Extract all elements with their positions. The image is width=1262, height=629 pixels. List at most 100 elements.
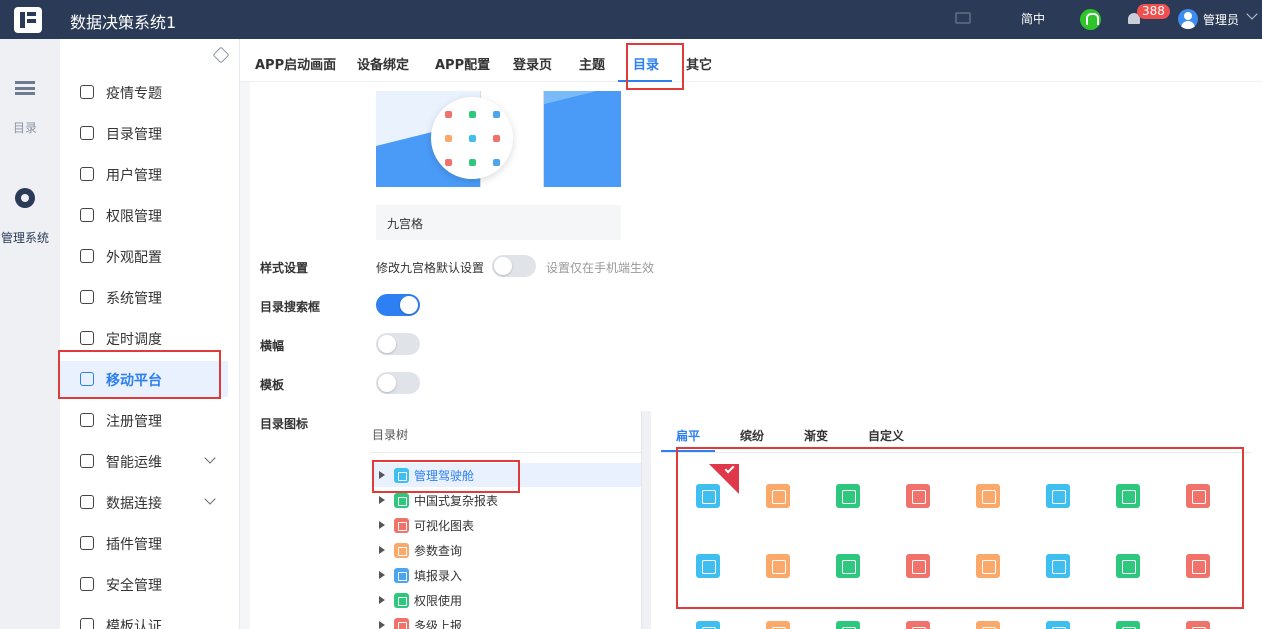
tree-node[interactable]: 填报录入 [372, 563, 641, 587]
sidebar-item[interactable]: 外观配置 [60, 238, 230, 274]
tree-node-label: 多级上报 [414, 619, 463, 629]
monitor-icon[interactable] [955, 12, 971, 24]
template-icon [80, 618, 94, 629]
sidebar-item-label: 插件管理 [106, 537, 162, 553]
sidebar-item[interactable]: 注册管理 [60, 402, 230, 438]
sidebar-item[interactable]: 插件管理 [60, 525, 230, 561]
user-avatar-icon[interactable] [1178, 9, 1198, 29]
icon-style-tab[interactable]: 渐变 [804, 427, 828, 444]
tab-bar: APP启动画面 设备绑定 APP配置 登录页 主题 目录 其它 [240, 39, 1262, 82]
sidebar-item[interactable]: 用户管理 [60, 156, 230, 192]
catalog-icon-option[interactable] [696, 621, 720, 629]
preview-caption: 九宫格 [376, 205, 621, 240]
plugin-icon [80, 536, 94, 550]
folder-icon [394, 493, 409, 508]
sidebar-item-label: 用户管理 [106, 168, 162, 184]
sidebar-item[interactable]: 数据连接 [60, 484, 230, 520]
catalog-icon-option[interactable] [976, 621, 1000, 629]
top-bar: 数据决策系统1 简中 388 管理员 [0, 0, 1262, 39]
sidebar-item-label: 数据连接 [106, 496, 162, 512]
rail-item-management[interactable]: 管理系统 [1, 229, 49, 246]
sidebar: 疫情专题 目录管理 用户管理 权限管理 外观配置 系统管理 定时调度 移动平台 注册管理 智能运维… [60, 39, 240, 629]
sidebar-item-label: 模板认证 [106, 619, 162, 629]
tree-scrollbar[interactable] [641, 411, 651, 629]
tab[interactable]: 设备绑定 [357, 54, 409, 73]
tree-title: 目录树 [372, 428, 409, 442]
sidebar-item[interactable]: 模板认证 [60, 607, 230, 629]
style-setting-label: 样式设置 [260, 261, 309, 275]
gear-icon[interactable] [15, 188, 35, 208]
icon-style-tab[interactable]: 缤纷 [740, 427, 764, 444]
style-setting-hint: 设置仅在手机端生效 [546, 261, 655, 275]
tree-node[interactable]: 权限使用 [372, 588, 641, 612]
tab[interactable]: APP启动画面 [255, 54, 336, 73]
catalog-icon-option[interactable] [766, 621, 790, 629]
catalog-icon-option[interactable] [906, 621, 930, 629]
tree-node[interactable]: 可视化图表 [372, 513, 641, 537]
link-icon [80, 495, 94, 509]
grid-style-preview-image[interactable] [376, 91, 621, 187]
tree-node-label: 权限使用 [414, 594, 463, 608]
expand-arrow-icon[interactable] [379, 621, 385, 629]
tab[interactable]: 主题 [579, 54, 605, 73]
pin-icon[interactable] [212, 46, 230, 64]
tab[interactable]: APP配置 [435, 54, 490, 73]
catalog-icon-label: 目录图标 [260, 417, 309, 431]
ops-icon [80, 454, 94, 468]
chevron-down-icon[interactable] [204, 493, 216, 505]
catalog-icon-option[interactable] [1186, 621, 1210, 629]
left-rail: 目录 管理系统 [0, 39, 60, 629]
chevron-down-icon[interactable] [204, 452, 216, 464]
tree-node-label: 参数查询 [414, 544, 463, 558]
list-icon[interactable] [15, 81, 35, 95]
rail-item-catalog[interactable]: 目录 [13, 119, 37, 136]
catalog-icon-option[interactable] [1116, 621, 1140, 629]
sidebar-item[interactable]: 系统管理 [60, 279, 230, 315]
sidebar-item-label: 疫情专题 [106, 86, 162, 102]
folder-icon [394, 593, 409, 608]
brush-icon [80, 249, 94, 263]
sidebar-item-label: 注册管理 [106, 414, 162, 430]
sidebar-item[interactable]: 智能运维 [60, 443, 230, 479]
catalog-icon-option[interactable] [836, 621, 860, 629]
sidebar-item-label: 系统管理 [106, 291, 162, 307]
preview-caption-text: 九宫格 [387, 217, 424, 231]
user-name[interactable]: 管理员 [1203, 11, 1239, 28]
shield-icon [80, 577, 94, 591]
search-box-toggle[interactable] [376, 294, 420, 316]
banner-toggle[interactable] [376, 333, 420, 355]
folder-icon [394, 543, 409, 558]
sidebar-item[interactable]: 目录管理 [60, 115, 230, 151]
sidebar-item-label: 外观配置 [106, 250, 162, 266]
language-switch[interactable]: 简中 [1021, 10, 1045, 27]
tree-node[interactable]: 多级上报 [372, 613, 641, 629]
expand-arrow-icon[interactable] [379, 571, 385, 579]
lock-icon [80, 208, 94, 222]
expand-arrow-icon[interactable] [379, 496, 385, 504]
alert-bell-icon[interactable] [1080, 9, 1101, 30]
dashboard-icon [80, 85, 94, 99]
tab[interactable]: 登录页 [513, 54, 552, 73]
chevron-down-icon[interactable] [1246, 8, 1258, 20]
sidebar-item[interactable]: 权限管理 [60, 197, 230, 233]
template-toggle[interactable] [376, 372, 420, 394]
expand-arrow-icon[interactable] [379, 521, 385, 529]
icon-style-tab[interactable]: 自定义 [868, 427, 904, 444]
sidebar-item-label: 定时调度 [106, 332, 162, 348]
tree-node-label: 中国式复杂报表 [414, 494, 499, 508]
timer-icon [80, 331, 94, 345]
app-logo [14, 7, 42, 33]
folder-icon [394, 568, 409, 583]
sidebar-item-label: 目录管理 [106, 127, 162, 143]
tree-node-label: 可视化图表 [414, 519, 475, 533]
sidebar-item[interactable]: 疫情专题 [60, 74, 230, 110]
icon-style-tab[interactable]: 扁平 [676, 427, 700, 444]
catalog-icon-option[interactable] [1046, 621, 1070, 629]
sidebar-item[interactable]: 安全管理 [60, 566, 230, 602]
tab[interactable]: 其它 [686, 54, 712, 73]
expand-arrow-icon[interactable] [379, 596, 385, 604]
tree-node[interactable]: 参数查询 [372, 538, 641, 562]
expand-arrow-icon[interactable] [379, 546, 385, 554]
grid-default-toggle[interactable] [492, 255, 536, 277]
search-box-label: 目录搜索框 [260, 300, 321, 314]
